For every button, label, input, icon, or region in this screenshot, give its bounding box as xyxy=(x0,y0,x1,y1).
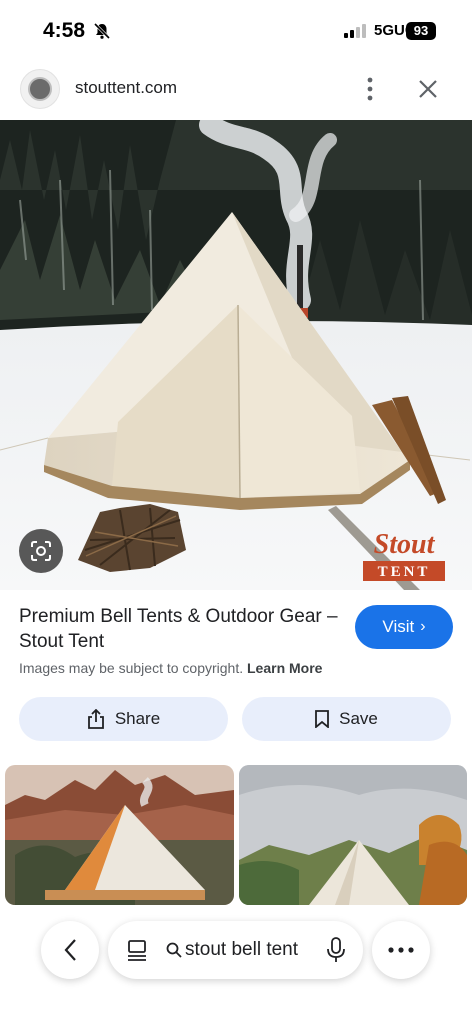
save-label: Save xyxy=(339,709,378,728)
search-bar[interactable]: stout bell tent xyxy=(108,921,363,979)
watermark-bottom: TENT xyxy=(378,564,431,580)
share-button[interactable]: Share xyxy=(19,697,228,741)
back-button[interactable] xyxy=(41,921,99,979)
search-icon xyxy=(166,942,182,958)
lens-icon xyxy=(31,541,51,561)
main-image[interactable] xyxy=(0,120,472,590)
site-domain[interactable]: stouttent.com xyxy=(75,78,177,98)
chevron-left-icon xyxy=(64,939,76,961)
related-photo-autumn-tent xyxy=(239,765,467,905)
battery-indicator: 93 xyxy=(406,22,436,40)
visit-label: Visit xyxy=(382,617,415,636)
mic-icon[interactable] xyxy=(326,937,346,963)
tabs-icon[interactable] xyxy=(126,939,148,961)
status-time: 4:58 xyxy=(43,19,86,42)
share-label: Share xyxy=(114,709,161,728)
search-query[interactable]: stout bell tent xyxy=(185,939,298,961)
related-image-2[interactable] xyxy=(239,765,467,905)
share-icon xyxy=(87,709,104,729)
close-icon[interactable] xyxy=(416,77,440,101)
bookmark-icon xyxy=(315,710,330,728)
site-logo[interactable] xyxy=(20,69,60,109)
copyright-text: Images may be subject to copyright. xyxy=(19,660,244,676)
status-bar: 4:58 5GUC 93 xyxy=(0,0,472,60)
copyright-notice: Images may be subject to copyright. Lear… xyxy=(19,660,322,676)
source-header: stouttent.com xyxy=(0,62,472,116)
more-vert-icon[interactable] xyxy=(358,76,382,102)
tent-photo xyxy=(0,120,472,590)
bell-off-icon xyxy=(93,22,111,40)
result-title[interactable]: Premium Bell Tents & Outdoor Gear – Stou… xyxy=(19,604,339,654)
lens-search-button[interactable] xyxy=(19,529,63,573)
chevron-right-icon: › xyxy=(420,618,426,635)
signal-icon xyxy=(344,24,366,38)
related-photo-desert-tent xyxy=(5,765,234,905)
visit-button[interactable]: Visit › xyxy=(355,605,453,649)
learn-more-link[interactable]: Learn More xyxy=(247,660,322,676)
site-logo-mark xyxy=(28,77,52,101)
watermark-top: Stout xyxy=(374,529,436,560)
related-image-1[interactable] xyxy=(5,765,234,905)
stout-tent-watermark: Stout TENT xyxy=(363,529,445,581)
save-button[interactable]: Save xyxy=(242,697,451,741)
more-horiz-icon xyxy=(388,947,414,953)
more-menu-button[interactable] xyxy=(372,921,430,979)
